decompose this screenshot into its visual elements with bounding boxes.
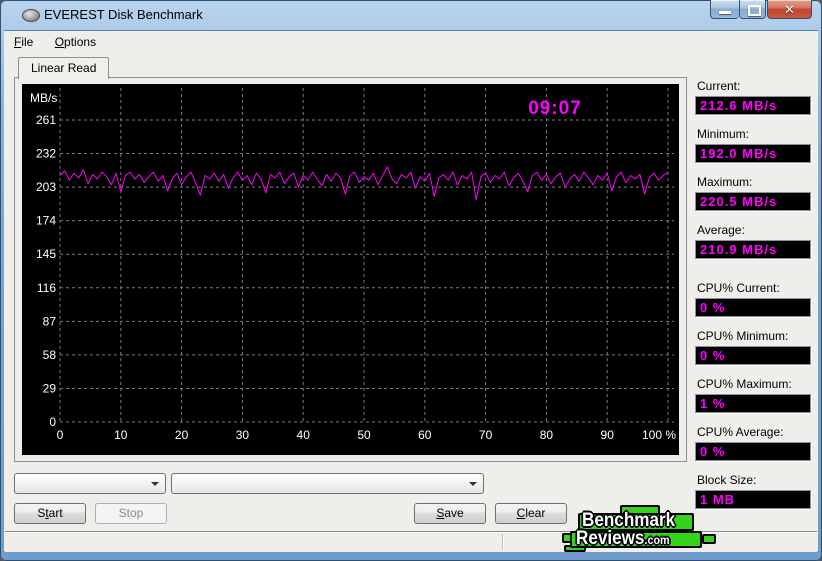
app-window: EVEREST Disk Benchmark ✕ File Options Li…: [0, 0, 822, 561]
logo-text-reviews: Reviews.com: [576, 528, 670, 549]
svg-text:261: 261: [36, 113, 56, 127]
stat-cpu-average: CPU% Average: 0 %: [695, 425, 811, 465]
stat-value: 210.9 MB/s: [695, 240, 811, 259]
stat-label: Block Size:: [697, 473, 757, 487]
stat-current: Current: 212.6 MB/s: [695, 79, 811, 119]
tab-linear-read[interactable]: Linear Read: [18, 57, 110, 79]
maximize-button[interactable]: [739, 0, 766, 19]
svg-text:29: 29: [43, 381, 57, 395]
minimize-button[interactable]: [710, 0, 739, 19]
svg-text:60: 60: [418, 428, 432, 442]
stat-cpu-maximum: CPU% Maximum: 1 %: [695, 377, 811, 417]
close-icon: ✕: [784, 2, 795, 17]
benchmark-type-select[interactable]: Linear Read: [14, 473, 166, 494]
minimize-icon: [719, 11, 731, 14]
stat-label: Current:: [697, 79, 741, 93]
menu-file[interactable]: File: [5, 31, 42, 52]
benchmark-chart: MB/s 261 232 203 174 145 116 87 58 29 0 0 10 20 30 40 50…: [22, 84, 679, 455]
svg-text:203: 203: [36, 180, 56, 194]
chevron-down-icon: [469, 482, 477, 486]
menu-options[interactable]: Options: [46, 31, 105, 52]
window-title: EVEREST Disk Benchmark: [44, 7, 203, 22]
clear-button[interactable]: Clear: [495, 503, 567, 524]
stat-value: 0 %: [695, 298, 811, 317]
start-button[interactable]: Start: [14, 503, 86, 524]
svg-text:50: 50: [357, 428, 371, 442]
svg-text:90: 90: [601, 428, 615, 442]
stat-cpu-minimum: CPU% Minimum: 0 %: [695, 329, 811, 369]
svg-text:0: 0: [49, 415, 56, 429]
maximize-icon: [748, 5, 761, 16]
svg-text:174: 174: [36, 214, 56, 228]
chevron-down-icon: [151, 482, 159, 486]
stat-value: 192.0 MB/s: [695, 144, 811, 163]
svg-text:10: 10: [114, 428, 128, 442]
svg-text:58: 58: [43, 348, 57, 362]
stat-label: CPU% Maximum:: [697, 377, 792, 391]
svg-text:145: 145: [36, 247, 56, 261]
stat-label: Maximum:: [697, 175, 753, 189]
stat-value: 212.6 MB/s: [695, 96, 811, 115]
stat-maximum: Maximum: 220.5 MB/s: [695, 175, 811, 215]
stat-value: 0 %: [695, 346, 811, 365]
svg-text:87: 87: [43, 314, 57, 328]
svg-text:116: 116: [37, 281, 56, 295]
logo-text-com: .com: [644, 533, 670, 547]
svg-text:0: 0: [57, 428, 64, 442]
stat-average: Average: 210.9 MB/s: [695, 223, 811, 263]
svg-text:100 %: 100 %: [642, 428, 676, 442]
menu-bar: File Options: [5, 31, 817, 53]
stat-label: Average:: [697, 223, 745, 237]
stat-label: Minimum:: [697, 127, 750, 141]
stat-label: CPU% Minimum:: [697, 329, 789, 343]
svg-text:70: 70: [479, 428, 493, 442]
stop-button[interactable]: Stop: [95, 503, 167, 524]
svg-text:20: 20: [175, 428, 189, 442]
benchmarkreviews-logo: Benchmark Reviews.com: [562, 505, 718, 552]
svg-text:40: 40: [297, 428, 311, 442]
svg-text:232: 232: [36, 147, 56, 161]
stat-value: 220.5 MB/s: [695, 192, 811, 211]
svg-text:MB/s: MB/s: [30, 91, 57, 105]
stat-cpu-current: CPU% Current: 0 %: [695, 281, 811, 321]
stat-label: CPU% Average:: [697, 425, 784, 439]
svg-text:09:07: 09:07: [528, 98, 582, 119]
close-button[interactable]: ✕: [767, 0, 812, 19]
chart-svg: MB/s 261 232 203 174 145 116 87 58 29 00 10 20 30 40 50…: [30, 88, 676, 442]
status-divider: [502, 534, 503, 550]
stat-value: 0 %: [695, 442, 811, 461]
stat-label: CPU% Current:: [697, 281, 780, 295]
stat-minimum: Minimum: 192.0 MB/s: [695, 127, 811, 167]
svg-text:80: 80: [540, 428, 554, 442]
drive-select[interactable]: Disk Drive #4 [SST-TS07SuperSpeed] (111.…: [171, 473, 484, 494]
stat-value: 1 %: [695, 394, 811, 413]
title-bar[interactable]: EVEREST Disk Benchmark ✕: [0, 0, 822, 30]
save-button[interactable]: Save: [414, 503, 486, 524]
svg-text:30: 30: [236, 428, 250, 442]
logo-block: [702, 534, 716, 544]
app-icon: [22, 9, 40, 22]
